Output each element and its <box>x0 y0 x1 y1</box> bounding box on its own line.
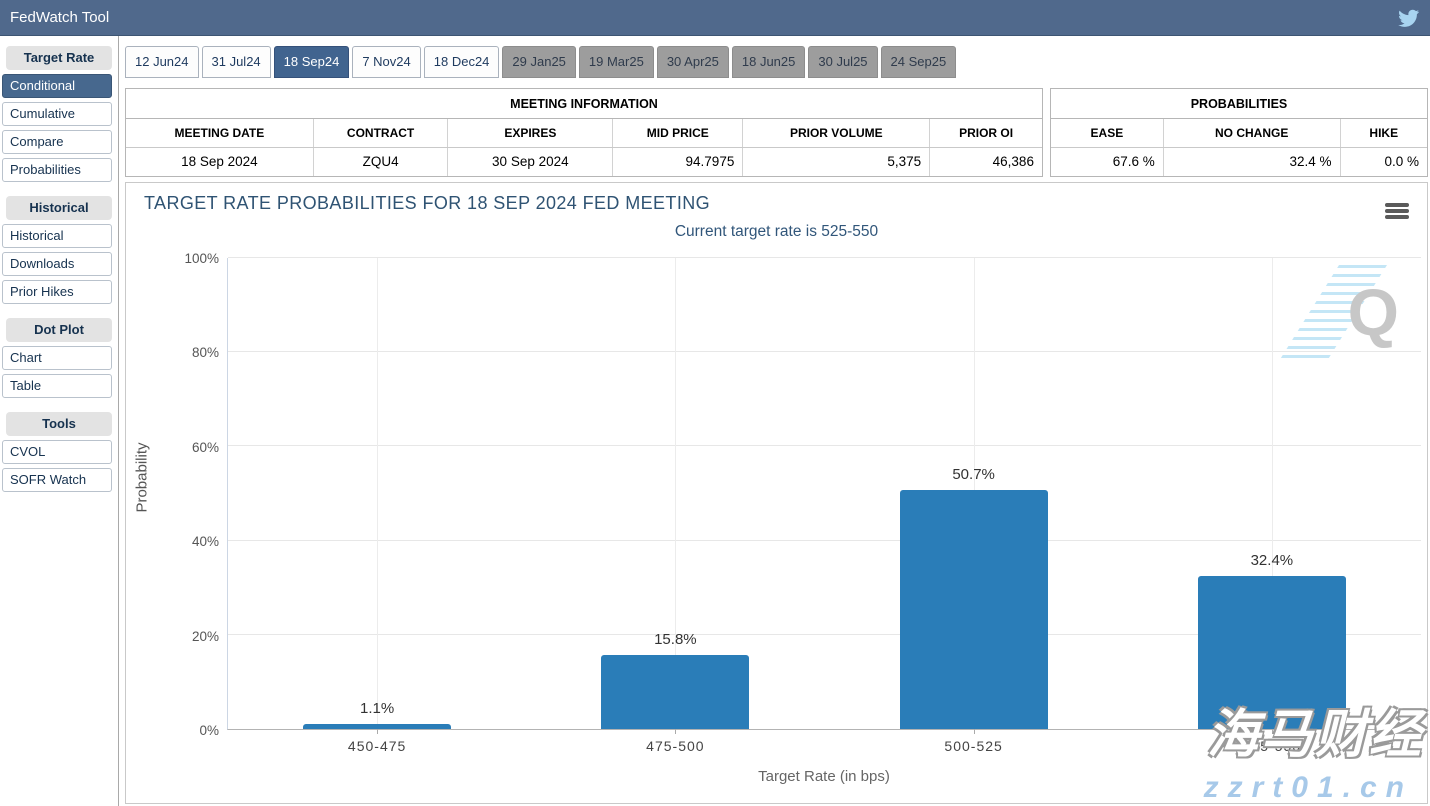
value-meeting-date: 18 Sep 2024 <box>126 148 314 176</box>
chart-title: TARGET RATE PROBABILITIES FOR 18 SEP 202… <box>144 193 710 214</box>
sidebar-header-dot-plot: Dot Plot <box>6 318 112 342</box>
bar-slot: 50.7%500-525 <box>825 258 1123 729</box>
bar-slot: 15.8%475-500 <box>526 258 824 729</box>
sidebar-item-sofr-watch[interactable]: SOFR Watch <box>2 468 112 492</box>
sidebar-header-tools: Tools <box>6 412 112 436</box>
tab-29-jan25[interactable]: 29 Jan25 <box>502 46 576 78</box>
category-label: 500-525 <box>825 738 1123 754</box>
value-hike: 0.0 % <box>1341 148 1427 176</box>
col-meeting-date: MEETING DATE <box>126 119 314 147</box>
site-name-watermark: 海马财经 <box>1207 692 1423 767</box>
probability-bar[interactable] <box>601 655 749 729</box>
probabilities-title: PROBABILITIES <box>1051 89 1427 119</box>
category-label: 450-475 <box>228 738 526 754</box>
fedwatch-app: FedWatch Tool Target Rate Conditional Cu… <box>0 0 1430 806</box>
x-tick-mark <box>675 729 676 734</box>
sidebar-header-target-rate: Target Rate <box>6 46 112 70</box>
tab-18-sep24[interactable]: 18 Sep24 <box>274 46 350 78</box>
probability-bar[interactable] <box>303 724 451 729</box>
plot-area: 1.1%450-47515.8%475-50050.7%500-52532.4%… <box>227 258 1421 730</box>
value-no-change: 32.4 % <box>1164 148 1341 176</box>
y-tick-label: 100% <box>126 251 219 266</box>
value-ease: 67.6 % <box>1051 148 1164 176</box>
y-tick-label: 60% <box>126 440 219 455</box>
chart-export-menu-icon[interactable] <box>1385 203 1409 221</box>
y-tick-label: 40% <box>126 534 219 549</box>
x-tick-mark <box>974 729 975 734</box>
category-label: 475-500 <box>526 738 824 754</box>
sidebar-item-prior-hikes[interactable]: Prior Hikes <box>2 280 112 304</box>
y-tick-label: 80% <box>126 345 219 360</box>
col-hike: HIKE <box>1341 119 1427 147</box>
site-url-watermark: zzrt01.cn <box>1204 771 1413 805</box>
y-tick-label: 20% <box>126 629 219 644</box>
col-contract: CONTRACT <box>314 119 449 147</box>
probability-bar[interactable] <box>900 490 1048 729</box>
tab-30-jul25[interactable]: 30 Jul25 <box>808 46 877 78</box>
probabilities-table: PROBABILITIES EASE NO CHANGE HIKE 67.6 %… <box>1050 88 1428 177</box>
chart-panel: TARGET RATE PROBABILITIES FOR 18 SEP 202… <box>125 182 1428 804</box>
value-contract: ZQU4 <box>314 148 449 176</box>
col-prior-volume: PRIOR VOLUME <box>743 119 930 147</box>
bar-value-label: 1.1% <box>228 700 526 717</box>
col-no-change: NO CHANGE <box>1164 119 1341 147</box>
y-tick-label: 0% <box>126 723 219 738</box>
bar-value-label: 50.7% <box>825 466 1123 483</box>
value-prior-oi: 46,386 <box>930 148 1042 176</box>
top-bar: FedWatch Tool <box>0 0 1430 36</box>
value-mid-price: 94.7975 <box>613 148 743 176</box>
value-expires: 30 Sep 2024 <box>448 148 613 176</box>
col-prior-oi: PRIOR OI <box>930 119 1042 147</box>
col-ease: EASE <box>1051 119 1164 147</box>
sidebar-item-probabilities[interactable]: Probabilities <box>2 158 112 182</box>
col-expires: EXPIRES <box>448 119 613 147</box>
v-gridline <box>377 258 378 729</box>
tab-12-jun24[interactable]: 12 Jun24 <box>125 46 199 78</box>
sidebar-item-downloads[interactable]: Downloads <box>2 252 112 276</box>
tab-18-jun25[interactable]: 18 Jun25 <box>732 46 806 78</box>
x-tick-mark <box>377 729 378 734</box>
sidebar-item-historical[interactable]: Historical <box>2 224 112 248</box>
tab-24-sep25[interactable]: 24 Sep25 <box>881 46 957 78</box>
app-title: FedWatch Tool <box>10 9 109 26</box>
y-axis-ticks: 0%20%40%60%80%100% <box>126 258 219 730</box>
sidebar-header-historical: Historical <box>6 196 112 220</box>
meeting-information-table: MEETING INFORMATION MEETING DATE CONTRAC… <box>125 88 1043 177</box>
bar-slot: 32.4%525-550 <box>1123 258 1421 729</box>
tab-19-mar25[interactable]: 19 Mar25 <box>579 46 654 78</box>
meeting-information-title: MEETING INFORMATION <box>126 89 1042 119</box>
tab-31-jul24[interactable]: 31 Jul24 <box>202 46 271 78</box>
sidebar-item-conditional[interactable]: Conditional <box>2 74 112 98</box>
tab-30-apr25[interactable]: 30 Apr25 <box>657 46 729 78</box>
bar-value-label: 32.4% <box>1123 552 1421 569</box>
tab-18-dec24[interactable]: 18 Dec24 <box>424 46 500 78</box>
bar-value-label: 15.8% <box>526 631 824 648</box>
sidebar-item-table[interactable]: Table <box>2 374 112 398</box>
meeting-date-tabs: 12 Jun24 31 Jul24 18 Sep24 7 Nov24 18 De… <box>125 46 959 78</box>
col-mid-price: MID PRICE <box>613 119 743 147</box>
tab-7-nov24[interactable]: 7 Nov24 <box>352 46 420 78</box>
chart-subtitle: Current target rate is 525-550 <box>126 223 1427 241</box>
bar-slot: 1.1%450-475 <box>228 258 526 729</box>
sidebar-item-cvol[interactable]: CVOL <box>2 440 112 464</box>
sidebar-item-cumulative[interactable]: Cumulative <box>2 102 112 126</box>
sidebar-item-compare[interactable]: Compare <box>2 130 112 154</box>
sidebar: Target Rate Conditional Cumulative Compa… <box>0 36 119 806</box>
twitter-icon[interactable] <box>1398 7 1420 29</box>
value-prior-volume: 5,375 <box>743 148 930 176</box>
sidebar-item-chart[interactable]: Chart <box>2 346 112 370</box>
